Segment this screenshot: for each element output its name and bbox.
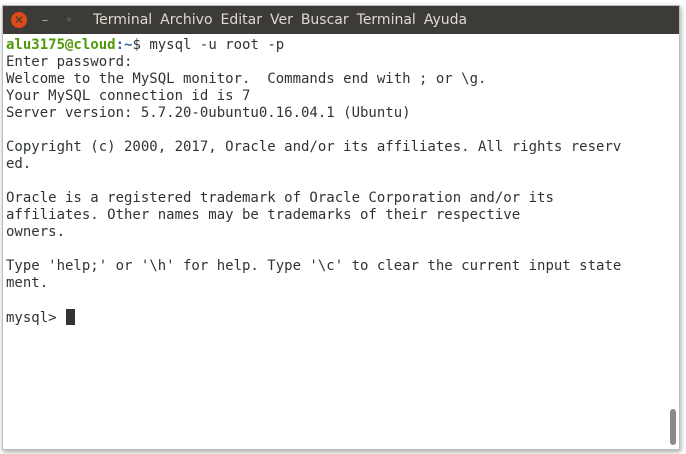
menu-buscar[interactable]: Buscar — [301, 12, 349, 28]
output-line: owners. — [6, 224, 66, 240]
menu-ayuda[interactable]: Ayuda — [424, 12, 467, 28]
prompt-separator: : — [115, 37, 125, 53]
menu-editar[interactable]: Editar — [221, 12, 262, 28]
output-line: Your MySQL connection id is 7 — [6, 88, 251, 104]
shell-prompt-line: alu3175@cloud:~$ mysql -u root -p — [6, 37, 679, 54]
prompt-user-host: alu3175@cloud — [6, 37, 116, 53]
output-line: ment. — [6, 275, 49, 291]
close-icon[interactable]: ✕ — [11, 12, 27, 28]
window-controls: ✕ – ◦ — [11, 12, 93, 28]
prompt-symbol: $ — [132, 37, 150, 53]
output-line: affiliates. Other names may be trademark… — [6, 207, 521, 223]
menu-app-terminal[interactable]: Terminal — [93, 12, 152, 28]
menu-bar: Terminal Archivo Editar Ver Buscar Termi… — [93, 12, 475, 28]
text-cursor — [66, 309, 76, 325]
output-line: ed. — [6, 156, 32, 172]
output-line: Server version: 5.7.20-0ubuntu0.16.04.1 … — [6, 105, 411, 121]
terminal-window: ✕ – ◦ Terminal Archivo Editar Ver Buscar… — [2, 5, 680, 450]
scrollbar-thumb[interactable] — [670, 409, 676, 445]
menu-ver[interactable]: Ver — [270, 12, 293, 28]
output-line: Oracle is a registered trademark of Orac… — [6, 190, 554, 206]
mysql-prompt-line[interactable]: mysql> — [6, 309, 679, 326]
title-bar: ✕ – ◦ Terminal Archivo Editar Ver Buscar… — [3, 6, 679, 34]
output-line: Enter password: — [6, 54, 133, 70]
output-line: Type 'help;' or '\h' for help. Type '\c'… — [6, 258, 622, 274]
terminal-output[interactable]: alu3175@cloud:~$ mysql -u root -p Enter … — [3, 34, 679, 449]
menu-terminal[interactable]: Terminal — [357, 12, 416, 28]
shell-command: mysql -u root -p — [149, 37, 285, 53]
minimize-icon[interactable]: – — [39, 13, 51, 27]
output-line: Copyright (c) 2000, 2017, Oracle and/or … — [6, 139, 622, 155]
menu-archivo[interactable]: Archivo — [160, 12, 212, 28]
maximize-icon[interactable]: ◦ — [63, 15, 75, 26]
mysql-prompt: mysql> — [6, 310, 66, 326]
scrollbar[interactable] — [670, 34, 676, 445]
output-line: Welcome to the MySQL monitor. Commands e… — [6, 71, 487, 87]
